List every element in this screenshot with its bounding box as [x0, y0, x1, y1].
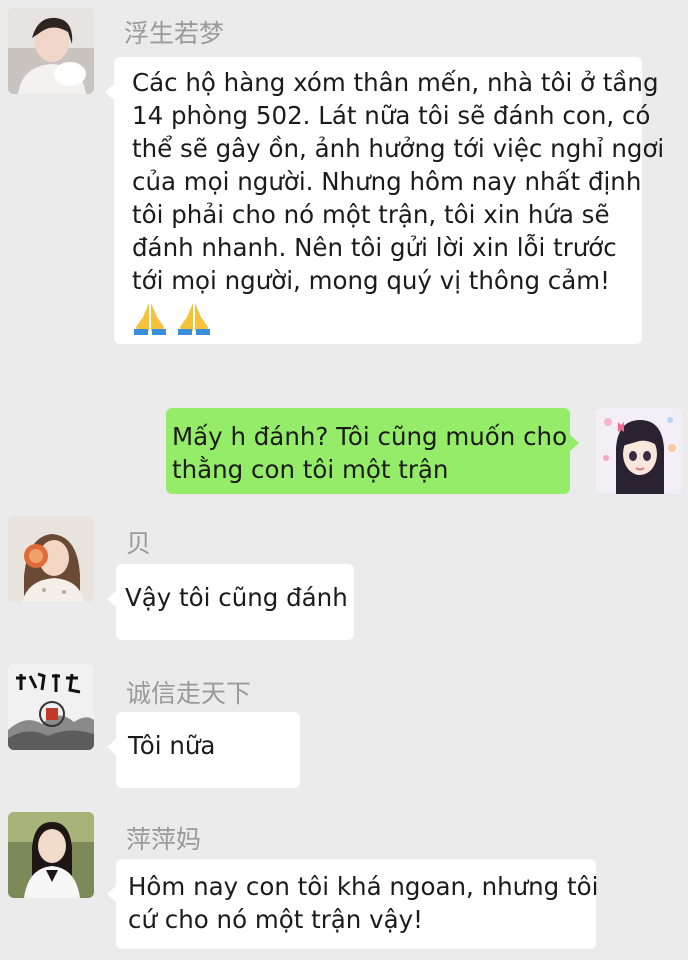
message-text-line: thằng con tôi một trận	[172, 455, 449, 484]
message-bubble[interactable]: Hôm nay con tôi khá ngoan, nhưng tôi cứ …	[107, 859, 599, 949]
message-text-line: cứ cho nó một trận vậy!	[128, 905, 423, 934]
message-text-line: Các hộ hàng xóm thân mến, nhà tôi ở tầng	[132, 68, 659, 97]
message-text-line: đánh nhanh. Nên tôi gửi lời xin lỗi trướ…	[132, 233, 617, 262]
folded-hands-icon	[132, 301, 168, 343]
sender-name: 浮生若梦	[124, 19, 225, 48]
message-text-line: Tôi nữa	[128, 731, 216, 760]
sender-name: 诚信走天下	[126, 679, 252, 708]
message-text-line: của mọi người. Nhưng hôm nay nhất định	[132, 167, 642, 196]
message-text-line: tới mọi người, mong quý vị thông cảm!	[132, 266, 610, 295]
sender-name: 贝	[126, 529, 152, 558]
message-text-line: Mấy h đánh? Tôi cũng muốn cho	[172, 422, 568, 451]
avatar[interactable]	[8, 8, 94, 94]
message-text-line: Vậy tôi cũng đánh	[125, 583, 348, 612]
message-text-line: 14 phòng 502. Lát nữa tôi sẽ đánh con, c…	[132, 101, 651, 130]
message-text-line: thể sẽ gây ồn, ảnh hưởng tới việc nghỉ n…	[132, 134, 665, 163]
message-bubble[interactable]: Các hộ hàng xóm thân mến, nhà tôi ở tầng…	[105, 57, 665, 344]
my-avatar[interactable]	[596, 408, 682, 494]
avatar[interactable]	[8, 812, 94, 898]
emoji-row	[132, 301, 642, 343]
sender-name: 萍萍妈	[126, 825, 202, 854]
message-text-line: tôi phải cho nó một trận, tôi xin hứa sẽ	[132, 200, 610, 229]
avatar[interactable]	[8, 516, 94, 602]
chat-thread: 浮生若梦 Các hộ hàng xóm thân mến, nhà tôi ở…	[0, 0, 688, 960]
avatar[interactable]	[8, 664, 94, 750]
message-text-line: Hôm nay con tôi khá ngoan, nhưng tôi	[128, 872, 599, 901]
folded-hands-icon	[176, 301, 212, 343]
message-bubble[interactable]: Vậy tôi cũng đánh	[107, 564, 354, 640]
message-bubble[interactable]: Tôi nữa	[107, 712, 300, 788]
outgoing-message-bubble[interactable]: Mấy h đánh? Tôi cũng muốn cho thằng con …	[166, 408, 579, 494]
